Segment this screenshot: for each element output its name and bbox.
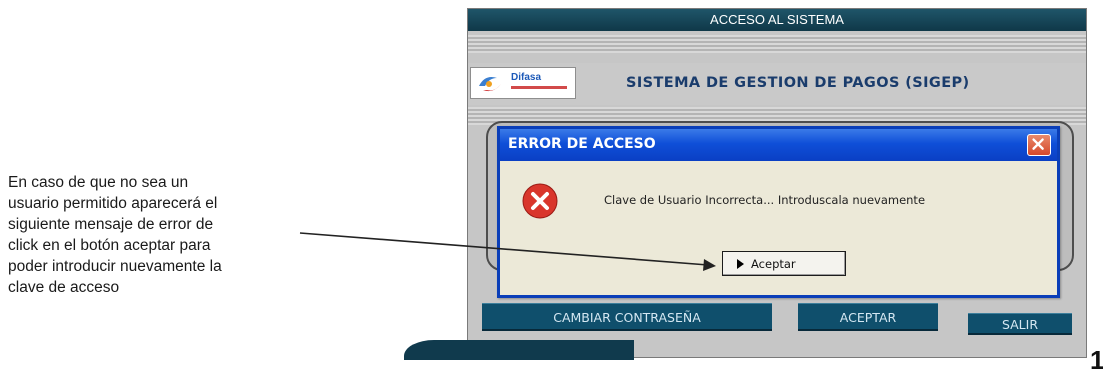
bottom-tab-decoration (404, 340, 634, 360)
ok-button[interactable]: Aceptar (722, 251, 846, 276)
exit-button[interactable]: SALIR (968, 313, 1072, 335)
button-bar: CAMBIAR CONTRASEÑA ACEPTAR SALIR (468, 299, 1086, 339)
annotation-line: poder introducir nuevamente la (8, 258, 222, 275)
decorative-stripes (468, 35, 1086, 53)
dialog-titlebar: ERROR DE ACCESO (500, 129, 1057, 161)
close-icon (1032, 138, 1044, 150)
annotation-text: En caso de que no sea un usuario permiti… (8, 172, 308, 298)
error-icon (522, 183, 558, 219)
header-row: Difasa SISTEMA DE GESTION DE PAGOS (SIGE… (468, 63, 1086, 105)
error-message: Clave de Usuario Incorrecta... Introdusc… (604, 193, 926, 207)
dialog-title: ERROR DE ACCESO (508, 136, 656, 152)
error-dialog: ERROR DE ACCESO Clave de Usuario Incorre… (497, 126, 1060, 298)
system-name: SISTEMA DE GESTION DE PAGOS (SIGEP) (626, 75, 970, 91)
ok-button-label: Aceptar (751, 257, 796, 271)
change-password-button[interactable]: CAMBIAR CONTRASEÑA (482, 303, 772, 331)
accept-button[interactable]: ACEPTAR (798, 303, 938, 331)
pointer-arrow-icon (737, 259, 744, 269)
logo-text: Difasa (511, 72, 542, 83)
close-button[interactable] (1027, 134, 1051, 156)
page-number: 1 (1090, 345, 1103, 372)
logo-icon (479, 77, 501, 92)
annotation-line: siguiente mensaje de error de (8, 216, 214, 233)
annotation-line: clave de acceso (8, 279, 120, 296)
window-title: ACCESO AL SISTEMA (468, 9, 1086, 31)
logo-underline (511, 86, 567, 89)
company-logo: Difasa (470, 67, 576, 99)
annotation-line: usuario permitido aparecerá el (8, 195, 218, 212)
annotation-line: click en el botón aceptar para (8, 237, 211, 254)
annotation-line: En caso de que no sea un (8, 174, 189, 191)
